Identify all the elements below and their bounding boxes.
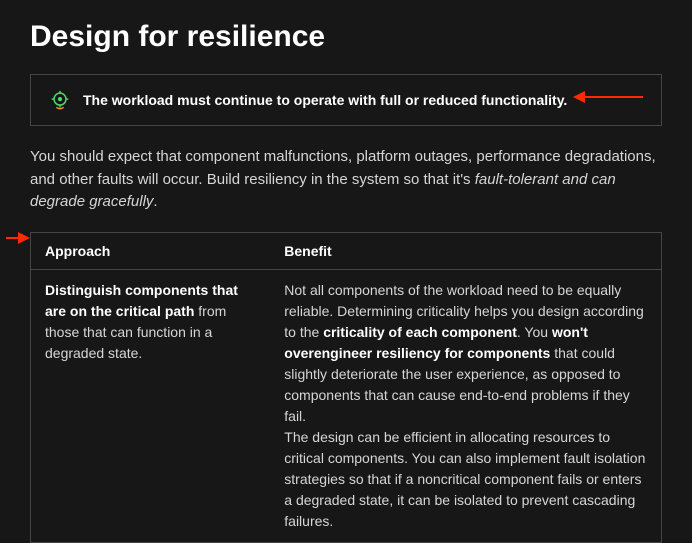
annotation-arrow-callout	[573, 93, 643, 101]
cell-benefit: Not all components of the workload need …	[270, 269, 661, 542]
header-benefit: Benefit	[270, 232, 661, 269]
benefit-text-f: The design can be efficient in allocatin…	[284, 429, 645, 529]
intro-paragraph: You should expect that component malfunc…	[30, 146, 662, 214]
benefit-text-c: . You	[517, 324, 552, 340]
approach-benefit-table: Approach Benefit Distinguish components …	[30, 232, 662, 543]
table-row: Distinguish components that are on the c…	[31, 269, 662, 542]
page-title: Design for resilience	[30, 20, 662, 54]
target-scope-icon	[49, 89, 71, 111]
cell-approach: Distinguish components that are on the c…	[31, 269, 271, 542]
callout-message: The workload must continue to operate wi…	[83, 92, 567, 108]
annotation-arrow-table	[6, 234, 30, 242]
principle-callout: The workload must continue to operate wi…	[30, 74, 662, 126]
table-header-row: Approach Benefit	[31, 232, 662, 269]
benefit-bold-b: criticality of each component	[323, 324, 517, 340]
header-approach: Approach	[31, 232, 271, 269]
intro-text-post: .	[153, 193, 157, 210]
